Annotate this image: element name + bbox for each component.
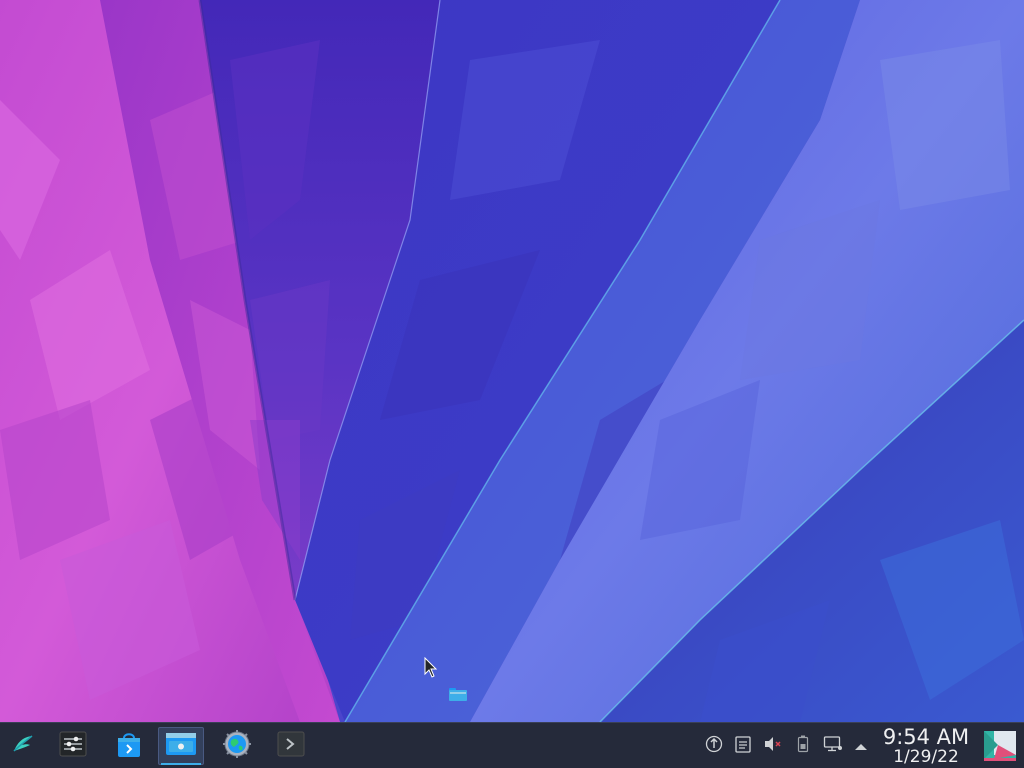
desktop-wallpaper bbox=[0, 0, 1024, 722]
taskbar-panel: 9:54 AM 1/29/22 bbox=[0, 722, 1024, 768]
digital-clock[interactable]: 9:54 AM 1/29/22 bbox=[874, 726, 978, 766]
battery-icon bbox=[797, 735, 809, 757]
task-discover[interactable] bbox=[106, 727, 152, 765]
task-system-settings[interactable] bbox=[50, 727, 96, 765]
clock-date: 1/29/22 bbox=[893, 747, 959, 767]
task-konsole-terminal[interactable] bbox=[268, 727, 314, 765]
discover-store-icon bbox=[116, 730, 142, 762]
dolphin-file-manager-icon bbox=[165, 731, 197, 761]
task-dolphin-file-manager[interactable] bbox=[158, 727, 204, 765]
virtual-desktop-pager[interactable] bbox=[984, 731, 1016, 761]
mouse-pointer-icon bbox=[424, 657, 438, 679]
show-hidden-icons-chevron-up-icon bbox=[854, 737, 868, 756]
network-monitor-icon bbox=[823, 735, 843, 757]
tray-clipboard[interactable] bbox=[732, 735, 754, 757]
tray-network[interactable] bbox=[822, 735, 844, 757]
tray-update-notifier[interactable] bbox=[703, 735, 725, 757]
volume-muted-icon bbox=[763, 735, 783, 757]
virtual-desktop-pager-icon bbox=[984, 731, 1016, 765]
konsole-terminal-icon bbox=[277, 731, 305, 761]
update-notifier-icon bbox=[705, 735, 723, 757]
clipboard-icon bbox=[735, 735, 751, 757]
tray-expander[interactable] bbox=[850, 735, 872, 757]
task-web-browser[interactable] bbox=[214, 727, 260, 765]
application-launcher-button[interactable] bbox=[0, 727, 46, 765]
tray-volume[interactable] bbox=[762, 735, 784, 757]
system-settings-sliders-icon bbox=[59, 731, 87, 761]
clock-time: 9:54 AM bbox=[882, 725, 970, 749]
application-launcher-icon bbox=[10, 731, 36, 761]
tray-battery[interactable] bbox=[792, 735, 814, 757]
web-browser-globe-icon bbox=[223, 730, 251, 762]
folder-icon[interactable] bbox=[449, 687, 467, 701]
